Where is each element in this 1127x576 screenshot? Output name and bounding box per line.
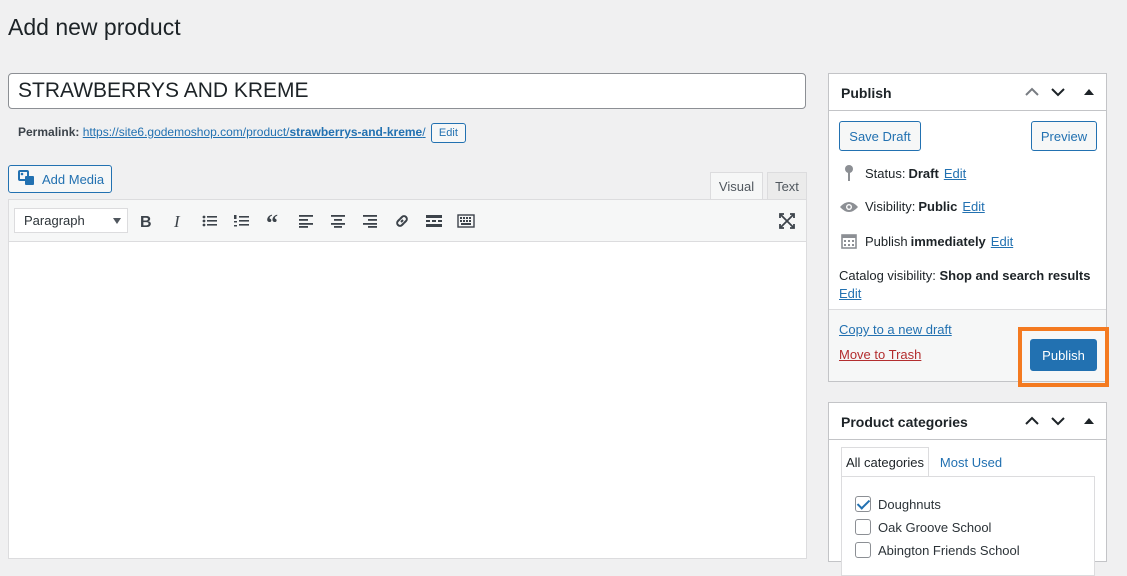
collapse-toggle-icon[interactable] xyxy=(1080,83,1098,101)
bold-icon[interactable]: B xyxy=(136,211,156,231)
visibility-edit-link[interactable]: Edit xyxy=(962,199,984,214)
category-label: Abington Friends School xyxy=(878,542,1020,558)
permalink: Permalink: https://site6.godemoshop.com/… xyxy=(18,123,466,143)
chevron-down-icon xyxy=(113,218,121,224)
bullet-list-icon[interactable] xyxy=(200,211,220,231)
checkbox[interactable] xyxy=(855,519,871,535)
align-right-icon[interactable] xyxy=(360,211,380,231)
publish-date-edit-link[interactable]: Edit xyxy=(991,234,1013,249)
italic-icon[interactable]: I xyxy=(168,211,188,231)
content-editor[interactable]: Paragraph B I “ xyxy=(8,199,807,559)
blockquote-icon[interactable]: “ xyxy=(264,211,284,231)
catalog-visibility-label: Catalog visibility: xyxy=(839,268,936,283)
chevron-up-icon[interactable] xyxy=(1023,412,1041,430)
tab-most-used[interactable]: Most Used xyxy=(929,447,1013,477)
link-icon[interactable] xyxy=(392,211,412,231)
publish-box: Publish Save Draft Preview Status: Draft E… xyxy=(828,73,1107,382)
checkbox[interactable] xyxy=(855,496,871,512)
permalink-label: Permalink: xyxy=(18,125,80,140)
publish-date-value: immediately xyxy=(910,233,986,249)
toolbar-toggle-icon[interactable] xyxy=(456,211,476,231)
chevron-up-icon[interactable] xyxy=(1023,83,1041,101)
tab-text[interactable]: Text xyxy=(767,172,807,200)
publish-button[interactable]: Publish xyxy=(1030,339,1097,371)
permalink-edit-button[interactable]: Edit xyxy=(430,123,466,143)
add-media-button[interactable]: Add Media xyxy=(8,165,112,193)
publish-box-header: Publish xyxy=(829,74,1106,111)
svg-text:I: I xyxy=(173,214,181,228)
format-select-value: Paragraph xyxy=(24,213,85,228)
permalink-link[interactable]: https://site6.godemoshop.com/product/str… xyxy=(83,125,426,139)
numbered-list-icon[interactable] xyxy=(232,211,252,231)
category-item-abington[interactable]: Abington Friends School xyxy=(855,542,1020,558)
categories-box-title: Product categories xyxy=(841,414,968,430)
publish-date-row: Publish immediately Edit xyxy=(839,233,1013,249)
tab-visual[interactable]: Visual xyxy=(710,172,763,200)
save-draft-button[interactable]: Save Draft xyxy=(839,121,921,151)
chevron-down-icon[interactable] xyxy=(1049,412,1067,430)
preview-button[interactable]: Preview xyxy=(1031,121,1097,151)
move-to-trash-link[interactable]: Move to Trash xyxy=(839,347,921,362)
publish-date-label: Publish xyxy=(865,233,908,249)
svg-text:“: “ xyxy=(266,214,278,228)
product-title-input[interactable]: STRAWBERRYS AND KREME xyxy=(8,73,806,109)
status-row: Status: Draft Edit xyxy=(839,165,966,181)
fullscreen-icon[interactable] xyxy=(777,211,797,231)
category-label: Oak Groove School xyxy=(878,519,992,535)
catalog-visibility-row: Catalog visibility: Shop and search resu… xyxy=(839,267,1093,303)
category-item-doughnuts[interactable]: Doughnuts xyxy=(855,496,941,512)
calendar-icon xyxy=(839,233,859,249)
catalog-visibility-value: Shop and search results xyxy=(939,268,1091,283)
visibility-label: Visibility: xyxy=(865,199,916,214)
add-media-label: Add Media xyxy=(42,171,105,187)
copy-to-draft-link[interactable]: Copy to a new draft xyxy=(839,322,952,337)
categories-box-header: Product categories xyxy=(829,403,1106,440)
visibility-value: Public xyxy=(918,199,958,214)
editor-toolbar: Paragraph B I “ xyxy=(9,200,806,242)
eye-icon xyxy=(839,200,859,214)
media-icon xyxy=(18,169,42,189)
visibility-row: Visibility: Public Edit xyxy=(839,199,985,214)
chevron-down-icon[interactable] xyxy=(1049,83,1067,101)
tab-all-categories[interactable]: All categories xyxy=(841,447,929,477)
publish-box-title: Publish xyxy=(841,85,892,101)
checkbox[interactable] xyxy=(855,542,871,558)
pin-icon xyxy=(839,165,859,181)
status-label: Status: xyxy=(865,165,906,181)
catalog-visibility-edit-link[interactable]: Edit xyxy=(839,286,861,301)
svg-text:B: B xyxy=(140,214,152,228)
category-label: Doughnuts xyxy=(878,496,941,512)
product-categories-box: Product categories All categories Most U… xyxy=(828,402,1107,576)
align-center-icon[interactable] xyxy=(328,211,348,231)
status-edit-link[interactable]: Edit xyxy=(944,166,966,181)
format-select[interactable]: Paragraph xyxy=(14,208,128,233)
read-more-icon[interactable] xyxy=(424,211,444,231)
category-item-oak-groove[interactable]: Oak Groove School xyxy=(855,519,991,535)
status-value: Draft xyxy=(908,165,939,181)
align-left-icon[interactable] xyxy=(296,211,316,231)
categories-list: Doughnuts Oak Groove School Abington Fri… xyxy=(841,476,1095,576)
page-title: Add new product xyxy=(8,14,181,40)
collapse-toggle-icon[interactable] xyxy=(1080,412,1098,430)
